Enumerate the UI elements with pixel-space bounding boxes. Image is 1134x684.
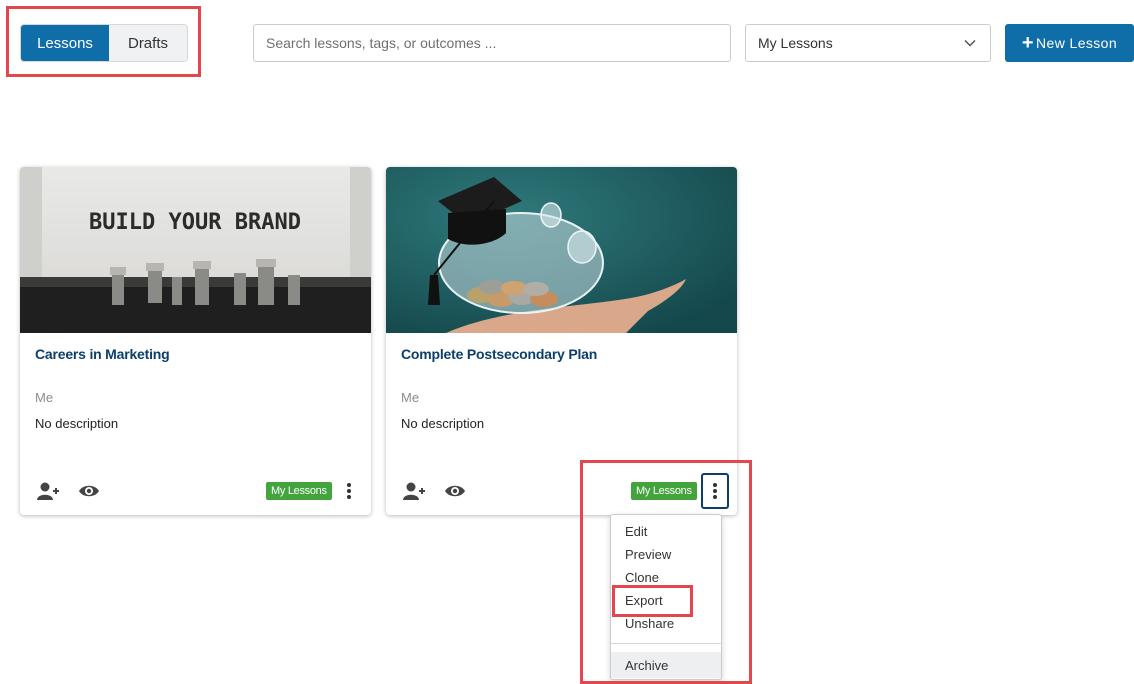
status-badge: My Lessons (631, 482, 697, 500)
person-plus-icon[interactable] (37, 481, 61, 501)
tab-lessons[interactable]: Lessons (21, 25, 109, 61)
eye-icon[interactable] (78, 482, 100, 500)
lesson-title[interactable]: Careers in Marketing (35, 346, 170, 362)
eye-icon[interactable] (444, 482, 466, 500)
lesson-author: Me (35, 390, 54, 405)
lessons-drafts-toggle: Lessons Drafts (20, 24, 188, 62)
lesson-card[interactable]: Complete Postsecondary Plan Me No descri… (386, 167, 737, 515)
kebab-menu-button[interactable] (701, 473, 729, 509)
person-plus-icon[interactable] (403, 481, 427, 501)
lesson-filter-select[interactable]: My Lessons (745, 24, 991, 62)
lesson-title[interactable]: Complete Postsecondary Plan (401, 346, 597, 362)
thumbnail-image-text: BUILD YOUR BRAND (89, 210, 301, 235)
new-lesson-button[interactable]: + New Lesson (1005, 24, 1134, 62)
menu-divider (611, 643, 721, 644)
menu-item-edit[interactable]: Edit (611, 520, 721, 542)
status-badge: My Lessons (266, 482, 332, 500)
lesson-thumbnail-build-your-brand[interactable]: BUILD YOUR BRAND (20, 167, 371, 333)
menu-item-preview[interactable]: Preview (611, 543, 721, 565)
lesson-author: Me (401, 390, 420, 405)
lesson-filter-value: My Lessons (758, 35, 833, 51)
search-input[interactable] (253, 24, 731, 62)
lesson-thumbnail-piggy-bank[interactable] (386, 167, 737, 333)
menu-item-clone[interactable]: Clone (611, 566, 721, 588)
plus-icon: + (1021, 32, 1035, 54)
kebab-menu-button[interactable] (335, 473, 363, 509)
lesson-description: No description (35, 416, 119, 431)
chevron-down-icon (962, 35, 978, 51)
lesson-card[interactable]: BUILD YOUR BRAND Careers in Marketing Me… (20, 167, 371, 515)
lesson-description: No description (401, 416, 485, 431)
lesson-actions-menu: Edit Preview Clone Export Unshare Archiv… (610, 514, 722, 680)
menu-item-archive[interactable]: Archive (611, 652, 721, 678)
kebab-icon (713, 483, 717, 499)
menu-item-unshare[interactable]: Unshare (611, 612, 721, 634)
new-lesson-label: New Lesson (1036, 35, 1118, 51)
kebab-icon (347, 483, 351, 499)
tab-drafts[interactable]: Drafts (109, 25, 187, 61)
menu-item-export[interactable]: Export (611, 589, 721, 611)
